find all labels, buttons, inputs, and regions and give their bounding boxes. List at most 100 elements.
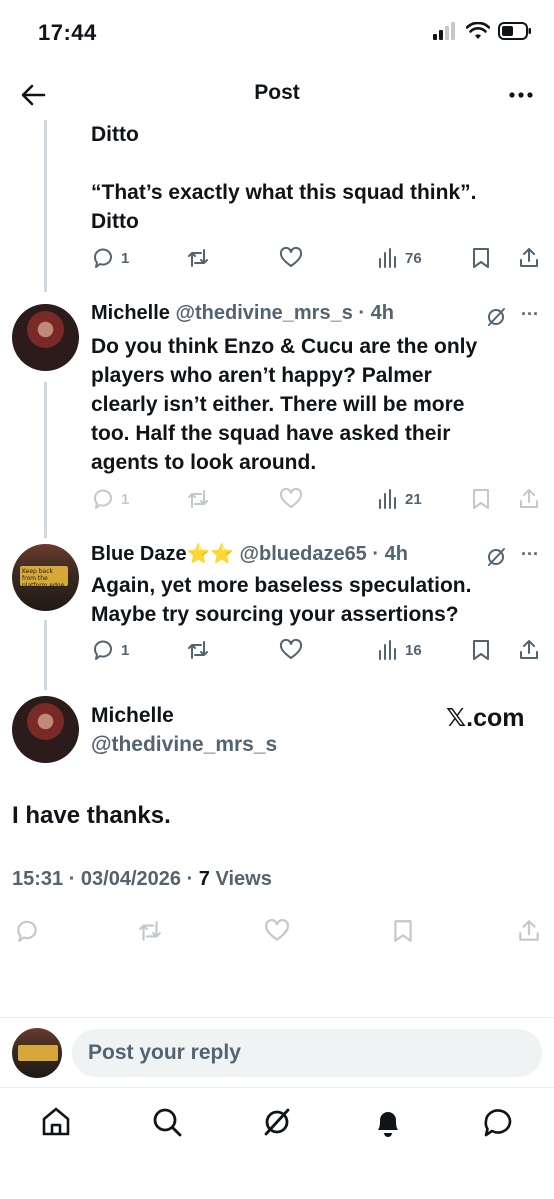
heart-icon [279,487,303,508]
tweet-text-line: Maybe try sourcing your assertions? [91,603,459,626]
source-label: 𝕏.com [446,704,525,732]
status-time: 17:44 [38,20,97,45]
tweet-text-line: players who aren’t happy? Palmer [91,364,432,387]
home-icon[interactable] [38,1104,74,1140]
repost-button[interactable] [186,243,210,273]
reply-icon [94,640,112,660]
tweet-text-line: agents to look around. [91,451,317,474]
tweet-text-line: too. Half the squad have asked their [91,422,451,445]
tweet-actions: 1 76 [91,243,541,273]
bookmark-button[interactable] [470,243,492,273]
bookmark-button[interactable] [391,916,415,946]
grok-icon[interactable] [484,545,508,569]
user-name[interactable]: Michelle [91,704,174,728]
views-count: 76 [405,249,422,267]
tweet-text-line: Ditto [91,210,139,233]
views-button[interactable]: 21 [377,484,422,514]
repost-icon [188,249,208,267]
tweet-header: Blue Daze⭐⭐ @bluedaze65 · 4h [91,542,408,566]
bookmark-icon [473,640,489,660]
tweet-more-icon[interactable]: ··· [518,302,542,326]
bottom-tab-bar [0,1088,554,1158]
grok-icon[interactable] [259,1104,295,1140]
reply-count: 1 [121,490,130,508]
repost-button[interactable] [186,635,210,665]
avatar[interactable] [12,696,79,763]
avatar-sign-graphic [18,1045,58,1061]
user-handle[interactable]: @thedivine_mrs_s [91,733,277,757]
user-name[interactable]: Michelle [91,302,170,324]
reply-icon [94,489,112,509]
tweet-text-line: Ditto [91,123,139,146]
tweet-more-icon[interactable]: ··· [518,542,542,566]
heart-icon [279,638,303,659]
user-handle[interactable]: @thedivine_mrs_s [175,302,352,324]
views-label: Views [209,868,272,890]
reply-count: 1 [121,641,130,659]
repost-button[interactable] [186,484,210,514]
avatar-sign: Keep back from the platform edge [20,566,68,589]
reply-button[interactable] [14,916,40,946]
search-icon[interactable] [149,1104,185,1140]
thread-connector [44,382,47,538]
bookmark-button[interactable] [470,635,492,665]
reply-button[interactable]: 1 [91,484,129,514]
thread-connector [44,620,47,690]
tweet-text: I have thanks. [12,802,171,829]
share-button[interactable] [517,243,541,273]
reply-button[interactable]: 1 [91,243,129,273]
like-button[interactable] [264,916,290,946]
reply-input[interactable] [72,1029,542,1077]
heart-icon [265,918,289,941]
like-button[interactable] [279,243,303,273]
current-user-avatar[interactable] [12,1028,62,1078]
share-button[interactable] [516,916,542,946]
views-chart-icon [379,640,396,660]
reply-button[interactable]: 1 [91,635,129,665]
tweet-header: Michelle @thedivine_mrs_s · 4h [91,302,394,325]
share-icon [520,640,538,659]
like-button[interactable] [279,635,303,665]
more-options-icon[interactable] [506,80,536,110]
views-button[interactable]: 16 [377,635,422,665]
bookmark-icon [394,920,412,942]
tweet-datetime[interactable]: 15:31 · 03/04/2026 · [12,868,199,890]
notifications-icon[interactable] [370,1104,406,1140]
user-name[interactable]: Blue Daze [91,543,187,565]
share-icon [520,248,538,267]
status-icons [432,22,532,40]
repost-icon [188,490,208,508]
views-count: 7 [198,868,210,890]
share-button[interactable] [517,635,541,665]
reply-icon [94,248,112,268]
share-icon [520,489,538,508]
tweet-actions: 1 21 [91,484,541,514]
battery-icon [498,22,531,40]
tweet-time: · 4h [372,543,408,565]
page-title: Post [254,81,300,104]
messages-icon[interactable] [480,1104,516,1140]
avatar[interactable] [12,304,79,371]
reply-icon [17,920,37,942]
tweet-text-line: “That’s exactly what this squad think”. [91,181,477,204]
bookmark-button[interactable] [470,484,492,514]
star-emoji: ⭐⭐ [186,544,234,565]
tweet-text-line: clearly isn’t either. There will be more [91,393,465,416]
heart-icon [279,246,303,267]
grok-icon[interactable] [484,305,508,329]
share-button[interactable] [517,484,541,514]
repost-button[interactable] [137,916,163,946]
views-chart-icon [379,248,396,268]
tweet-time: · 4h [358,302,394,324]
tweet-text-line: Again, yet more baseless speculation. [91,574,472,597]
like-button[interactable] [279,484,303,514]
share-icon [519,920,539,941]
user-handle[interactable]: @bluedaze65 [239,543,366,565]
bookmark-icon [473,489,489,509]
views-count: 16 [405,641,422,659]
views-count: 21 [405,490,422,508]
cellular-signal-icon [433,22,455,40]
avatar[interactable]: Keep back from the platform edge [12,544,79,611]
tweet-meta: 15:31 · 03/04/2026 · 7 Views [12,868,272,891]
views-button[interactable]: 76 [377,243,422,273]
